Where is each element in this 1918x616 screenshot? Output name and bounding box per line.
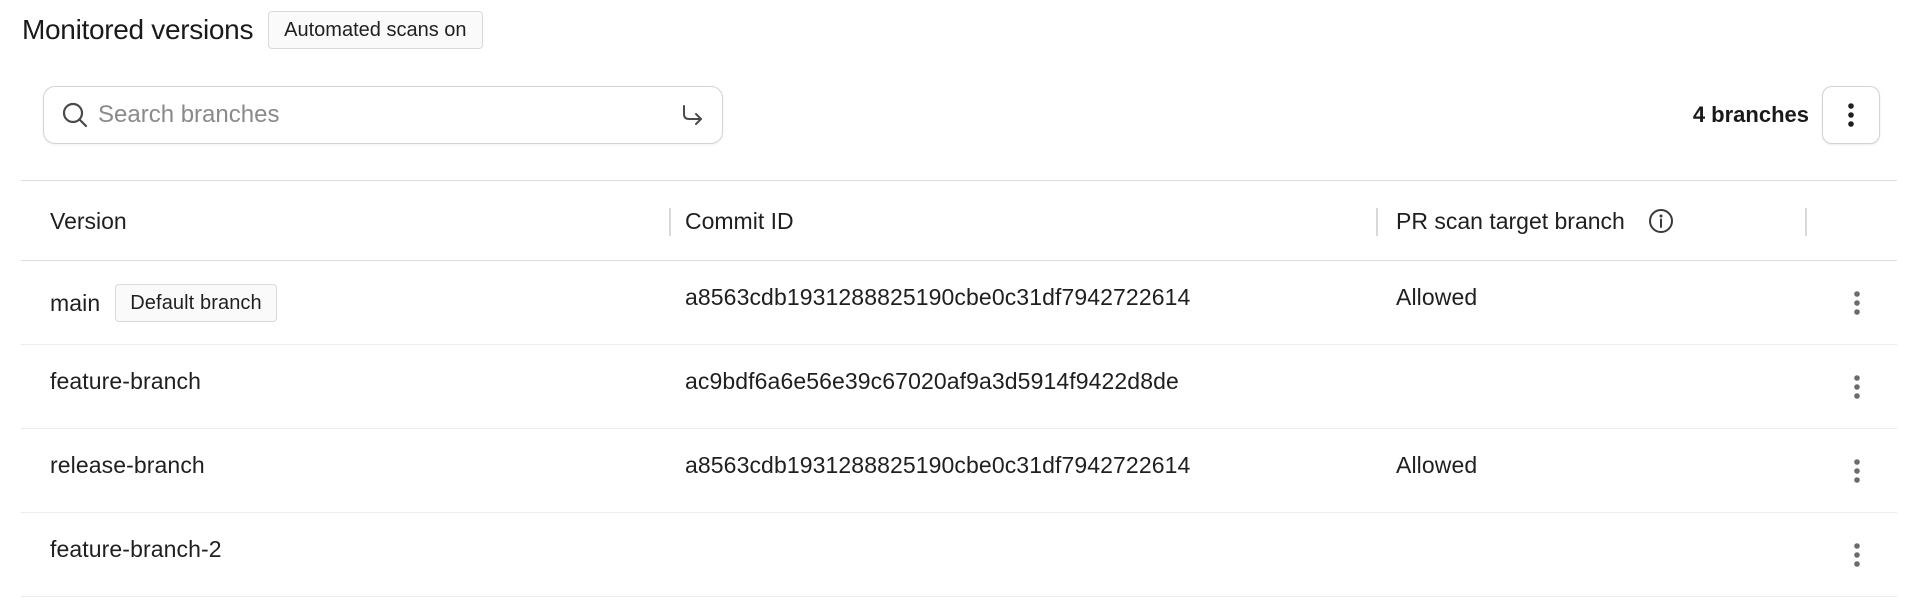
more-options-button[interactable] <box>1822 86 1880 144</box>
version-cell: main Default branch <box>50 261 277 345</box>
page-header: Monitored versions Automated scans on <box>22 10 483 50</box>
table-header: Version Commit ID PR scan target branch <box>21 180 1897 261</box>
search-icon <box>62 102 88 128</box>
pr-scan-target: Allowed <box>1396 283 1478 310</box>
version-name: main <box>50 289 101 316</box>
column-header-commit[interactable]: Commit ID <box>685 181 794 261</box>
version-cell: release-branch <box>50 423 205 507</box>
version-name: feature-branch-2 <box>50 535 222 562</box>
table-row[interactable]: main Default branch a8563cdb193128882519… <box>21 261 1897 345</box>
branch-count: 4 branches <box>1692 102 1809 127</box>
search-input[interactable] <box>98 101 678 129</box>
row-menu-button[interactable] <box>1839 537 1875 573</box>
row-menu-button[interactable] <box>1839 369 1875 405</box>
version-name: feature-branch <box>50 367 201 394</box>
version-cell: feature-branch-2 <box>50 507 222 591</box>
table-row[interactable]: feature-branch ac9bdf6a6e56e39c67020af9a… <box>21 345 1897 429</box>
search-box[interactable] <box>43 86 723 144</box>
monitored-versions-page: Monitored versions Automated scans on 4 … <box>0 0 1918 616</box>
pr-scan-target: Allowed <box>1396 451 1478 478</box>
column-header-version[interactable]: Version <box>50 181 127 261</box>
commit-id: ac9bdf6a6e56e39c67020af9a3d5914f9422d8de <box>685 367 1179 394</box>
commit-id: a8563cdb1931288825190cbe0c31df7942722614 <box>685 451 1191 478</box>
row-menu-button[interactable] <box>1839 285 1875 321</box>
versions-table: Version Commit ID PR scan target branch … <box>21 180 1897 597</box>
kebab-menu-icon <box>1848 103 1854 127</box>
version-name: release-branch <box>50 451 205 478</box>
default-branch-badge: Default branch <box>115 284 277 322</box>
kebab-menu-icon <box>1854 375 1860 399</box>
info-icon[interactable] <box>1647 207 1675 235</box>
kebab-menu-icon <box>1854 459 1860 483</box>
column-divider[interactable] <box>1376 208 1378 236</box>
row-menu-button[interactable] <box>1839 453 1875 489</box>
page-title: Monitored versions <box>22 14 254 45</box>
column-divider[interactable] <box>1805 208 1807 236</box>
commit-id: a8563cdb1931288825190cbe0c31df7942722614 <box>685 283 1191 310</box>
column-header-target-label: PR scan target branch <box>1396 207 1625 234</box>
column-divider[interactable] <box>669 208 671 236</box>
kebab-menu-icon <box>1854 291 1860 315</box>
kebab-menu-icon <box>1854 543 1860 567</box>
column-header-target[interactable]: PR scan target branch <box>1396 181 1675 261</box>
automated-scans-badge: Automated scans on <box>268 11 483 49</box>
enter-arrow-icon[interactable] <box>678 101 706 129</box>
table-row[interactable]: feature-branch-2 <box>21 513 1897 597</box>
table-row[interactable]: release-branch a8563cdb1931288825190cbe0… <box>21 429 1897 513</box>
version-cell: feature-branch <box>50 339 201 423</box>
